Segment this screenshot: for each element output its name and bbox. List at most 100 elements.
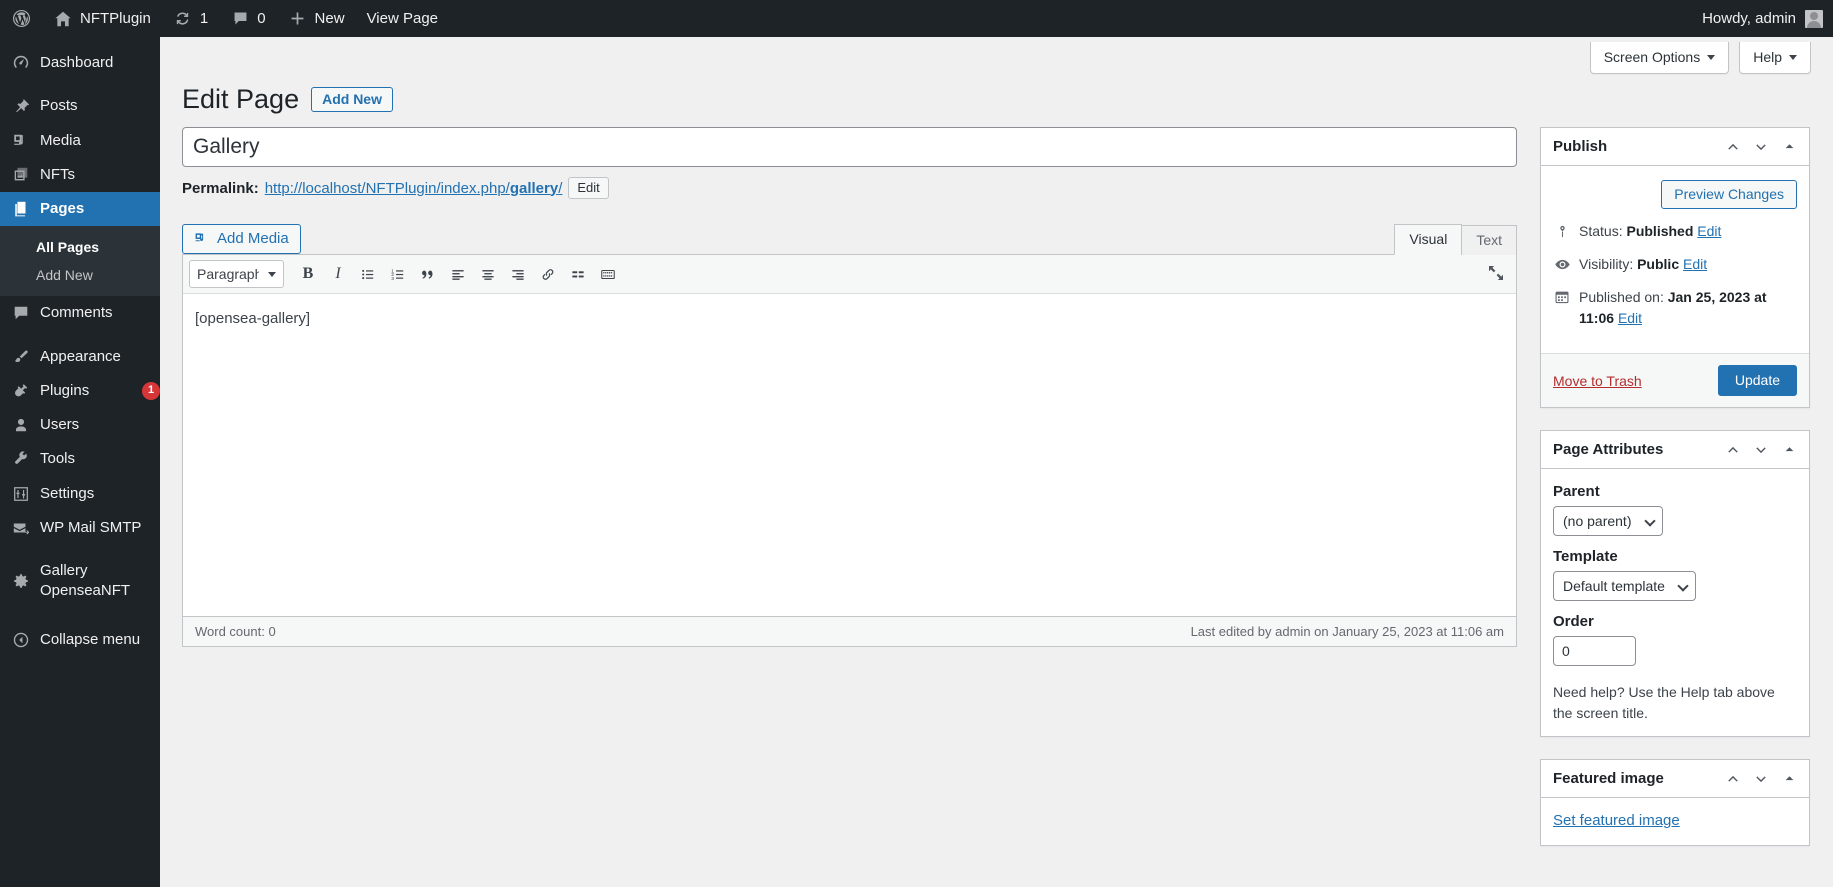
tab-visual[interactable]: Visual [1394,224,1463,255]
eye-icon [1553,255,1571,273]
help-button[interactable]: Help [1739,42,1811,74]
nfts-icon [11,165,31,185]
media-add-icon [194,231,210,247]
wp-logo-menu[interactable] [0,0,42,37]
screen-meta-links: Screen Options Help [1589,42,1811,74]
sidebar-item-nfts[interactable]: NFTs [0,158,160,192]
chevron-down-icon [1707,54,1716,60]
read-more-button[interactable] [564,260,592,288]
sidebar-item-plugins[interactable]: Plugins 1 [0,374,160,408]
permalink-link[interactable]: http://localhost/NFTPlugin/index.php/gal… [265,180,563,197]
align-right-button[interactable] [504,260,532,288]
collapse-menu-button[interactable]: Collapse menu [0,623,160,657]
editor-status-bar: Word count: 0 Last edited by admin on Ja… [183,616,1516,646]
sidebar-item-comments[interactable]: Comments [0,296,160,330]
update-button[interactable]: Update [1717,365,1797,396]
site-name-menu[interactable]: NFTPlugin [42,0,162,37]
move-up-icon[interactable] [1725,139,1741,155]
tab-text[interactable]: Text [1461,225,1517,255]
sidebar-item-media[interactable]: Media [0,124,160,158]
edit-permalink-button[interactable]: Edit [568,177,609,199]
toggle-panel-icon[interactable] [1781,139,1797,155]
italic-button[interactable]: I [324,260,352,288]
numbered-list-button[interactable]: 123 [384,260,412,288]
permalink-prefix: http://localhost/NFTPlugin/index.php/ [264,179,510,197]
sidebar-item-wp-mail-smtp[interactable]: WP Mail SMTP [0,511,160,545]
move-down-icon[interactable] [1753,771,1769,787]
bulleted-list-button[interactable] [354,260,382,288]
insert-link-button[interactable] [534,260,562,288]
account-menu[interactable]: Howdy, admin [1702,9,1833,28]
add-media-button[interactable]: Add Media [182,224,301,254]
plugins-update-badge: 1 [142,381,160,400]
paragraph-format-select[interactable]: Paragraph [189,260,284,288]
comments-icon [11,303,31,323]
new-content-menu[interactable]: New [277,0,356,37]
comments-count: 0 [257,10,266,27]
move-down-icon[interactable] [1753,442,1769,458]
sidebar-item-label: Tools [40,450,76,468]
sidebar-item-appearance[interactable]: Appearance [0,340,160,374]
sidebar-item-label: Media [40,131,81,149]
sidebar-item-users[interactable]: Users [0,408,160,442]
view-page-link[interactable]: View Page [356,0,449,37]
post-body: Permalink: http://localhost/NFTPlugin/in… [182,127,1517,647]
status-row: Status: Published Edit [1553,221,1797,242]
metabox-actions [1725,771,1797,787]
toggle-panel-icon[interactable] [1781,442,1797,458]
updates-icon [173,9,193,29]
sidebar-subitem-add-new[interactable]: Add New [0,261,160,289]
paragraph-format-select-wrap: Paragraph [189,260,284,288]
page-attributes-metabox: Page Attributes Parent (no parent) Templ… [1540,430,1810,737]
move-down-icon[interactable] [1753,139,1769,155]
toolbar-toggle-button[interactable] [594,260,622,288]
move-up-icon[interactable] [1725,771,1741,787]
template-select[interactable]: Default template [1553,571,1696,601]
toggle-panel-icon[interactable] [1781,771,1797,787]
chevron-down-icon [1789,54,1797,60]
preview-changes-button[interactable]: Preview Changes [1661,180,1797,209]
page-title-input[interactable] [182,127,1517,167]
align-center-button[interactable] [474,260,502,288]
edit-status-link[interactable]: Edit [1697,223,1721,239]
bold-button[interactable]: B [294,260,322,288]
align-left-button[interactable] [444,260,472,288]
visibility-label: Visibility: [1579,256,1634,272]
sidebar-subitem-all-pages[interactable]: All Pages [0,233,160,261]
move-up-icon[interactable] [1725,442,1741,458]
fullscreen-icon[interactable] [1486,263,1508,285]
screen-options-label: Screen Options [1603,49,1701,65]
parent-select[interactable]: (no parent) [1553,506,1663,536]
edit-visibility-link[interactable]: Edit [1683,256,1707,272]
sidebar-item-tools[interactable]: Tools [0,442,160,476]
publish-metabox-body: Preview Changes Status: Published Edit V… [1541,166,1809,353]
status-text: Status: Published Edit [1579,221,1721,242]
blockquote-button[interactable] [414,260,442,288]
visibility-value: Public [1637,256,1680,272]
edit-published-date-link[interactable]: Edit [1618,310,1642,326]
sidebar-item-gallery-openseanft[interactable]: Gallery OpenseaNFT [0,554,160,609]
sidebar-item-pages[interactable]: Pages [0,192,168,227]
updates-menu[interactable]: 1 [162,0,219,37]
permalink-suffix: / [558,179,563,197]
move-to-trash-link[interactable]: Move to Trash [1553,373,1642,389]
sidebar-item-dashboard[interactable]: Dashboard [0,46,160,80]
sidebar-item-posts[interactable]: Posts [0,89,160,123]
metabox-column: Publish Preview Changes Status: Publishe… [1540,127,1810,868]
sidebar-item-settings[interactable]: Settings [0,477,160,511]
comments-menu[interactable]: 0 [219,0,276,37]
set-featured-image-link[interactable]: Set featured image [1553,812,1680,829]
publish-metabox-title: Publish [1553,138,1608,155]
add-new-page-button[interactable]: Add New [311,87,393,113]
order-input[interactable] [1553,636,1636,666]
page-title: Edit Page [182,84,300,114]
page-header: Edit Page Add New [182,82,393,117]
editor-content-area[interactable]: [opensea-gallery] [183,294,1516,616]
sidebar-item-label: Users [40,416,80,433]
publish-metabox-header: Publish [1541,128,1809,166]
updates-count: 1 [199,10,209,27]
sidebar-item-label: Comments [40,304,113,322]
plugins-plug-icon [11,381,31,401]
screen-options-button[interactable]: Screen Options [1589,42,1730,74]
published-on-text: Published on: Jan 25, 2023 at 11:06 Edit [1579,287,1797,329]
